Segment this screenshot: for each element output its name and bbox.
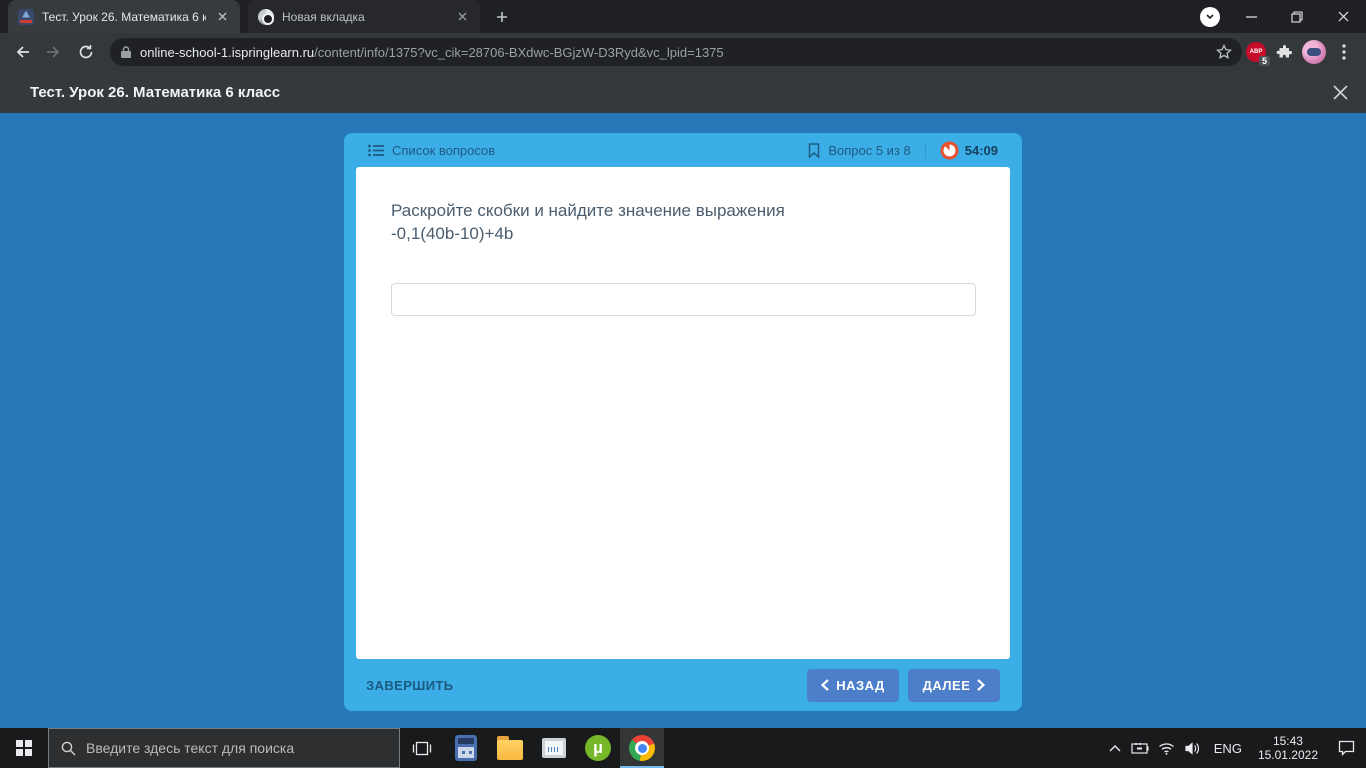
back-icon[interactable] — [8, 38, 36, 66]
adblock-extension-icon[interactable]: ABP 5 — [1246, 42, 1270, 66]
close-lesson-icon[interactable] — [1333, 84, 1348, 100]
system-monitor-taskbar-icon[interactable] — [532, 728, 576, 768]
monitor-icon — [542, 738, 566, 758]
timer-clock-icon — [940, 141, 959, 159]
tab-close-icon[interactable] — [454, 9, 470, 25]
tab-title: Новая вкладка — [282, 9, 365, 24]
question-list-icon — [368, 144, 384, 156]
quiz-page-background: Список вопросов Вопрос 5 из 8 54:09 Раск… — [0, 113, 1366, 728]
volume-icon[interactable] — [1180, 728, 1206, 768]
taskbar-search[interactable] — [48, 728, 400, 768]
back-button-label: НАЗАД — [836, 677, 885, 693]
url-path: /content/info/1375?vc_cik=28706-BXdwc-BG… — [314, 44, 724, 60]
url-domain: online-school-1.ispringlearn.ru — [140, 44, 315, 60]
question-line-1: Раскройте скобки и найдите значение выра… — [391, 201, 785, 220]
battery-icon[interactable] — [1128, 728, 1154, 768]
question-panel: Раскройте скобки и найдите значение выра… — [356, 167, 1010, 659]
utorrent-taskbar-icon[interactable]: µ — [576, 728, 620, 768]
chrome-taskbar-icon[interactable] — [620, 728, 664, 768]
divider — [924, 142, 926, 158]
address-bar[interactable]: online-school-1.ispringlearn.ru/content/… — [110, 38, 1242, 66]
utorrent-icon: µ — [585, 735, 611, 761]
search-input[interactable] — [86, 740, 366, 756]
next-button-label: ДАЛЕЕ — [922, 677, 971, 693]
tab-quiz[interactable]: Тест. Урок 26. Математика 6 кла — [8, 0, 240, 33]
search-icon — [61, 741, 76, 755]
chrome-menu-icon[interactable] — [1330, 38, 1358, 66]
answer-input[interactable] — [391, 283, 976, 316]
reload-icon[interactable] — [72, 38, 100, 66]
question-line-2: -0,1(40b-10)+4b — [391, 224, 514, 243]
tray-time: 15:43 — [1272, 734, 1303, 748]
lock-icon — [121, 46, 131, 58]
window-controls — [1200, 0, 1366, 33]
lesson-title: Тест. Урок 26. Математика 6 класс — [30, 83, 281, 101]
tab-close-icon[interactable] — [214, 9, 230, 25]
close-window-button[interactable] — [1320, 0, 1366, 33]
start-button[interactable] — [0, 728, 48, 768]
bookmark-star-icon[interactable] — [1216, 44, 1232, 60]
chevron-right-icon — [977, 679, 986, 691]
chevron-left-icon — [821, 679, 829, 691]
action-center-icon[interactable] — [1326, 728, 1366, 768]
wifi-icon[interactable] — [1154, 728, 1180, 768]
extensions-puzzle-icon[interactable] — [1270, 38, 1298, 66]
question-list-toggle[interactable]: Список вопросов — [368, 143, 808, 158]
abp-badge: 5 — [1258, 56, 1270, 66]
forward-icon[interactable] — [40, 38, 68, 66]
tab-search-button[interactable] — [1200, 6, 1220, 27]
tray-chevron-up-icon[interactable] — [1102, 728, 1128, 768]
restore-button[interactable] — [1274, 0, 1320, 33]
minimize-button[interactable] — [1228, 0, 1274, 33]
url-text: online-school-1.ispringlearn.ru/content/… — [140, 45, 1208, 60]
system-tray: ENG 15:43 15.01.2022 — [1102, 728, 1366, 768]
question-progress: Вопрос 5 из 8 — [828, 142, 911, 158]
timer-value: 54:09 — [964, 142, 998, 158]
question-text: Раскройте скобки и найдите значение выра… — [391, 199, 975, 245]
question-list-label: Список вопросов — [392, 142, 496, 158]
file-explorer-taskbar-icon[interactable] — [488, 728, 532, 768]
tab-newtab[interactable]: Новая вкладка — [248, 0, 480, 33]
folder-icon — [497, 736, 523, 760]
school-favicon-icon — [18, 8, 34, 25]
tab-strip: Тест. Урок 26. Математика 6 кла Новая вк… — [0, 0, 1366, 33]
browser-toolbar: online-school-1.ispringlearn.ru/content/… — [0, 33, 1366, 71]
bookmark-icon[interactable] — [808, 142, 820, 158]
back-button[interactable]: НАЗАД — [807, 668, 899, 702]
tab-title: Тест. Урок 26. Математика 6 кла — [42, 9, 206, 24]
language-indicator[interactable]: ENG — [1206, 741, 1250, 756]
lesson-header: Тест. Урок 26. Математика 6 класс — [0, 71, 1366, 113]
chrome-icon — [629, 735, 655, 761]
calculator-icon — [455, 735, 477, 761]
abp-label: ABP — [1249, 49, 1263, 55]
finish-button[interactable]: ЗАВЕРШИТЬ — [366, 678, 807, 693]
windows-taskbar: µ ENG 15:43 15.01.2022 — [0, 728, 1366, 768]
clock[interactable]: 15:43 15.01.2022 — [1250, 734, 1326, 762]
quiz-status: Вопрос 5 из 8 54:09 — [808, 141, 998, 160]
quiz-card: Список вопросов Вопрос 5 из 8 54:09 Раск… — [344, 133, 1022, 711]
browser-window: Тест. Урок 26. Математика 6 кла Новая вк… — [0, 0, 1366, 768]
chrome-dark-favicon-icon — [258, 8, 274, 25]
calculator-taskbar-icon[interactable] — [444, 728, 488, 768]
windows-logo-icon — [16, 740, 32, 756]
quiz-footer: ЗАВЕРШИТЬ НАЗАД ДАЛЕЕ — [356, 659, 1010, 711]
next-button[interactable]: ДАЛЕЕ — [908, 668, 1000, 702]
timer: 54:09 — [940, 141, 998, 160]
quiz-card-header: Список вопросов Вопрос 5 из 8 54:09 — [356, 133, 1010, 167]
tray-date: 15.01.2022 — [1257, 748, 1318, 762]
profile-avatar[interactable] — [1302, 40, 1326, 64]
task-view-button[interactable] — [400, 728, 444, 768]
new-tab-button[interactable] — [488, 3, 516, 31]
